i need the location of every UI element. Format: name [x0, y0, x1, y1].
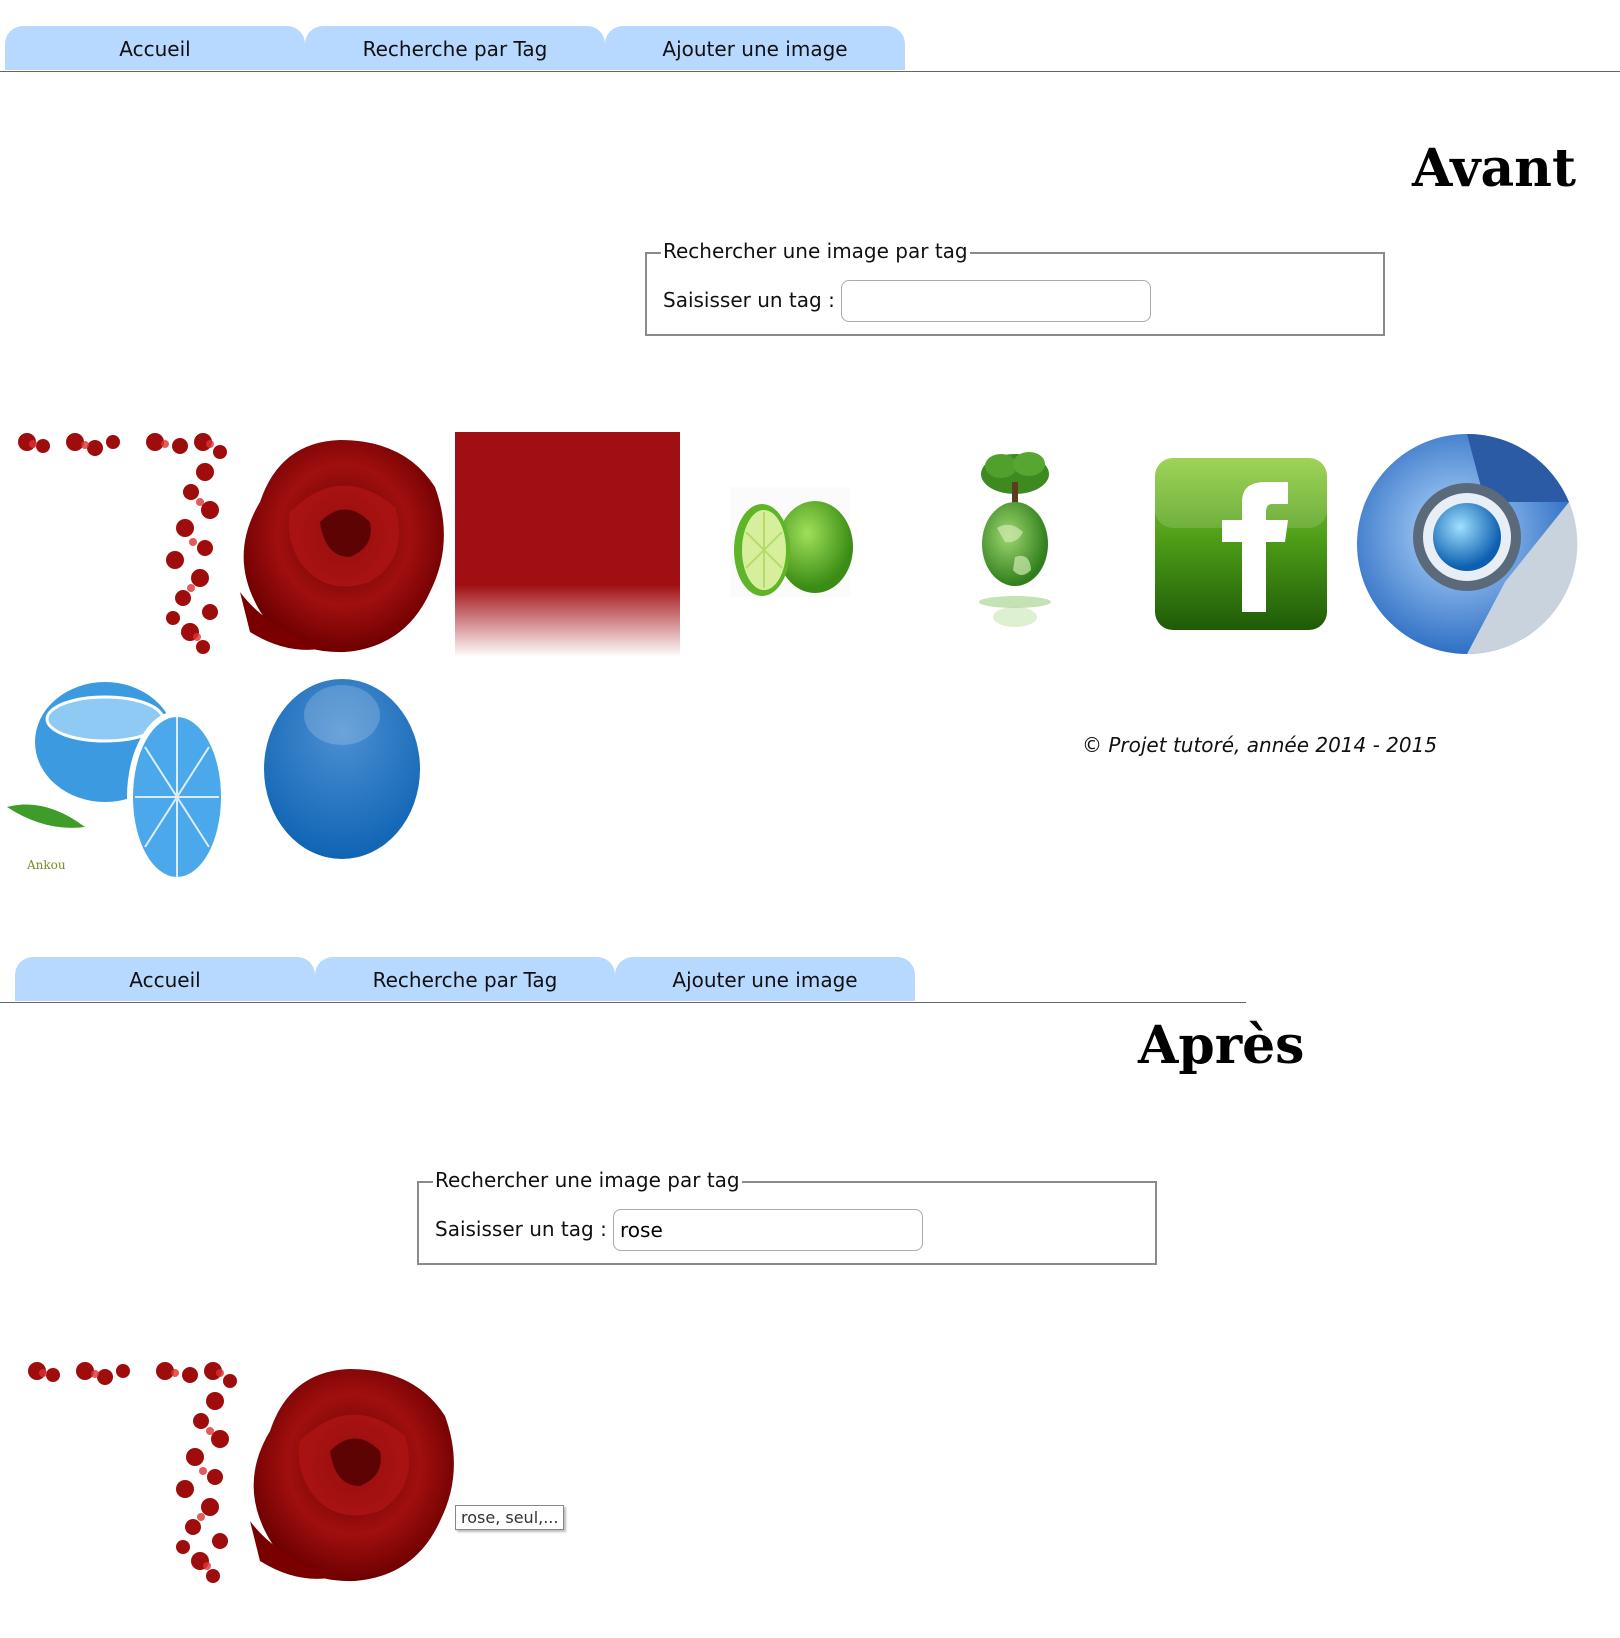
- heading-avant: Avant: [1412, 138, 1576, 199]
- search-fieldset-after: Rechercher une image par tag Saisisser u…: [417, 1168, 1157, 1265]
- facebook-logo-image[interactable]: [1130, 432, 1355, 657]
- search-fieldset-before: Rechercher une image par tag Saisisser u…: [645, 239, 1385, 336]
- tag-label: Saisisser un tag :: [435, 1217, 607, 1241]
- tab-ajouter-image[interactable]: Ajouter une image: [615, 957, 915, 1001]
- tab-accueil[interactable]: Accueil: [15, 957, 315, 1001]
- red-rose-image[interactable]: [240, 1361, 465, 1586]
- tab-ajouter-image[interactable]: Ajouter une image: [605, 26, 905, 70]
- tag-input[interactable]: [613, 1209, 923, 1251]
- chrome-logo-image[interactable]: [1355, 432, 1580, 657]
- tab-accueil[interactable]: Accueil: [5, 26, 305, 70]
- red-rose-image[interactable]: [230, 432, 455, 657]
- blue-orange-image[interactable]: Ankou: [5, 657, 230, 883]
- lime-image[interactable]: [680, 432, 905, 657]
- tab-recherche-par-tag[interactable]: Recherche par Tag: [315, 957, 615, 1001]
- copyright-footer: © Projet tutoré, année 2014 - 2015: [1082, 733, 1438, 757]
- nav-divider-before: [0, 71, 1620, 72]
- rose-border-image[interactable]: [5, 432, 230, 657]
- search-legend: Rechercher une image par tag: [661, 239, 970, 263]
- blue-ball-image[interactable]: [230, 657, 455, 882]
- tag-input[interactable]: [841, 280, 1151, 322]
- signature-text: Ankou: [26, 858, 66, 872]
- earth-tree-image[interactable]: [905, 432, 1130, 657]
- search-legend: Rechercher une image par tag: [433, 1168, 742, 1192]
- nav-tabs-after: Accueil Recherche par Tag Ajouter une im…: [15, 957, 915, 1003]
- rose-border-image[interactable]: [15, 1361, 240, 1586]
- red-gradient-image[interactable]: [455, 432, 680, 657]
- tag-label: Saisisser un tag :: [663, 288, 835, 312]
- nav-tabs-before: Accueil Recherche par Tag Ajouter une im…: [5, 26, 905, 72]
- tab-recherche-par-tag[interactable]: Recherche par Tag: [305, 26, 605, 70]
- nav-divider-after: [0, 1002, 1246, 1003]
- image-tag-tooltip: rose, seul,...: [455, 1505, 565, 1530]
- heading-apres: Après: [1138, 1015, 1305, 1076]
